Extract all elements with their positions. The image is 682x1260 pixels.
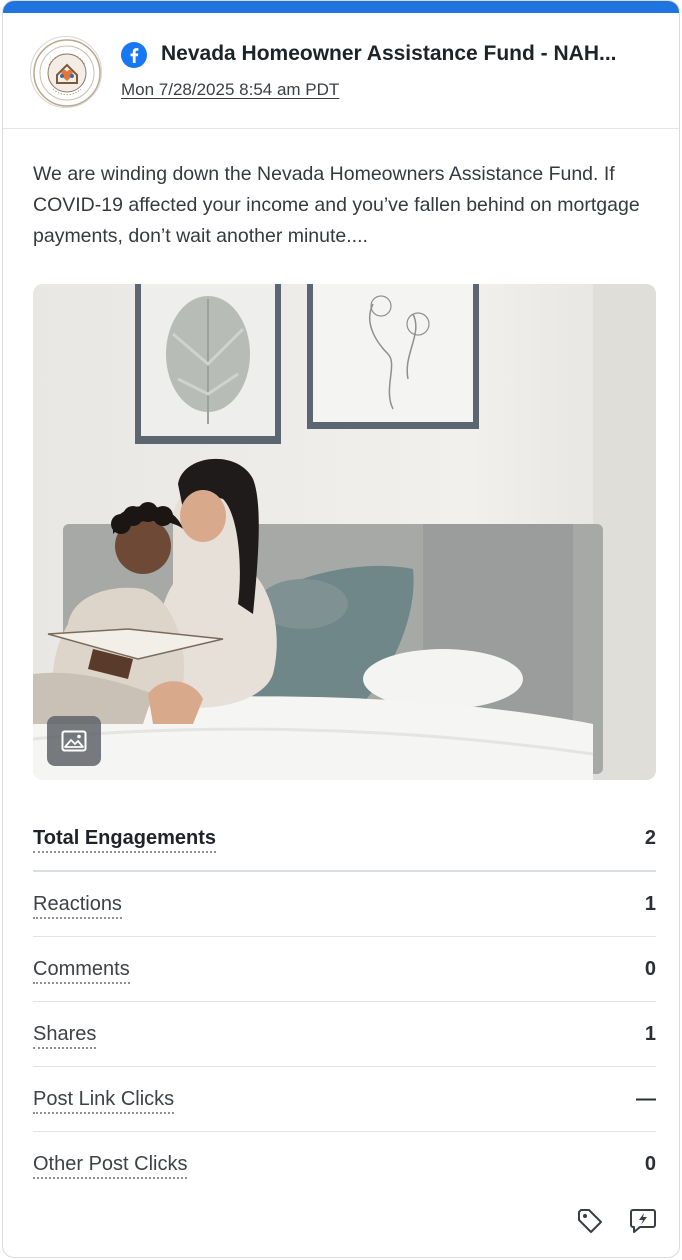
facebook-icon (121, 42, 147, 68)
metric-row-post-link-clicks: Post Link Clicks — (33, 1067, 656, 1132)
metric-value: 2 (644, 827, 656, 849)
post-header: Nevada Homeowner Assistance Fund - NAH..… (3, 13, 679, 129)
metric-value: — (636, 1088, 656, 1110)
accent-bar (3, 1, 679, 13)
image-type-badge (47, 716, 101, 766)
metric-value: 0 (644, 1153, 656, 1175)
metric-value: 0 (644, 958, 656, 980)
post-text: We are winding down the Nevada Homeowner… (33, 163, 640, 247)
metric-label[interactable]: Post Link Clicks (33, 1087, 175, 1114)
metric-row-other-post-clicks: Other Post Clicks 0 (33, 1132, 656, 1197)
metric-label[interactable]: Other Post Clicks (33, 1152, 188, 1179)
metric-row-comments: Comments 0 (33, 937, 656, 1002)
metric-label[interactable]: Shares (33, 1022, 97, 1049)
post-image[interactable] (33, 284, 656, 780)
account-name[interactable]: Nevada Homeowner Assistance Fund - NAH..… (161, 41, 656, 67)
metric-label[interactable]: Reactions (33, 892, 122, 919)
metric-label[interactable]: Total Engagements (33, 826, 216, 853)
metric-row-shares: Shares 1 (33, 1002, 656, 1067)
metric-label[interactable]: Comments (33, 957, 130, 984)
post-date-link[interactable]: Mon 7/28/2025 8:54 am PDT (121, 79, 339, 101)
metric-row-reactions: Reactions 1 (33, 872, 656, 937)
tag-icon[interactable] (575, 1206, 605, 1236)
nahac-logo-icon (33, 39, 101, 107)
avatar[interactable] (30, 36, 102, 108)
metric-value: 1 (644, 1023, 656, 1045)
metric-value: 1 (644, 893, 656, 915)
metrics-list: Total Engagements 2 Reactions 1 Comments… (33, 806, 656, 1197)
post-photo (33, 284, 656, 780)
metric-row-total-engagements: Total Engagements 2 (33, 806, 656, 872)
image-icon (61, 730, 87, 752)
reply-icon[interactable] (628, 1206, 658, 1236)
post-card: Nevada Homeowner Assistance Fund - NAH..… (2, 0, 680, 1258)
